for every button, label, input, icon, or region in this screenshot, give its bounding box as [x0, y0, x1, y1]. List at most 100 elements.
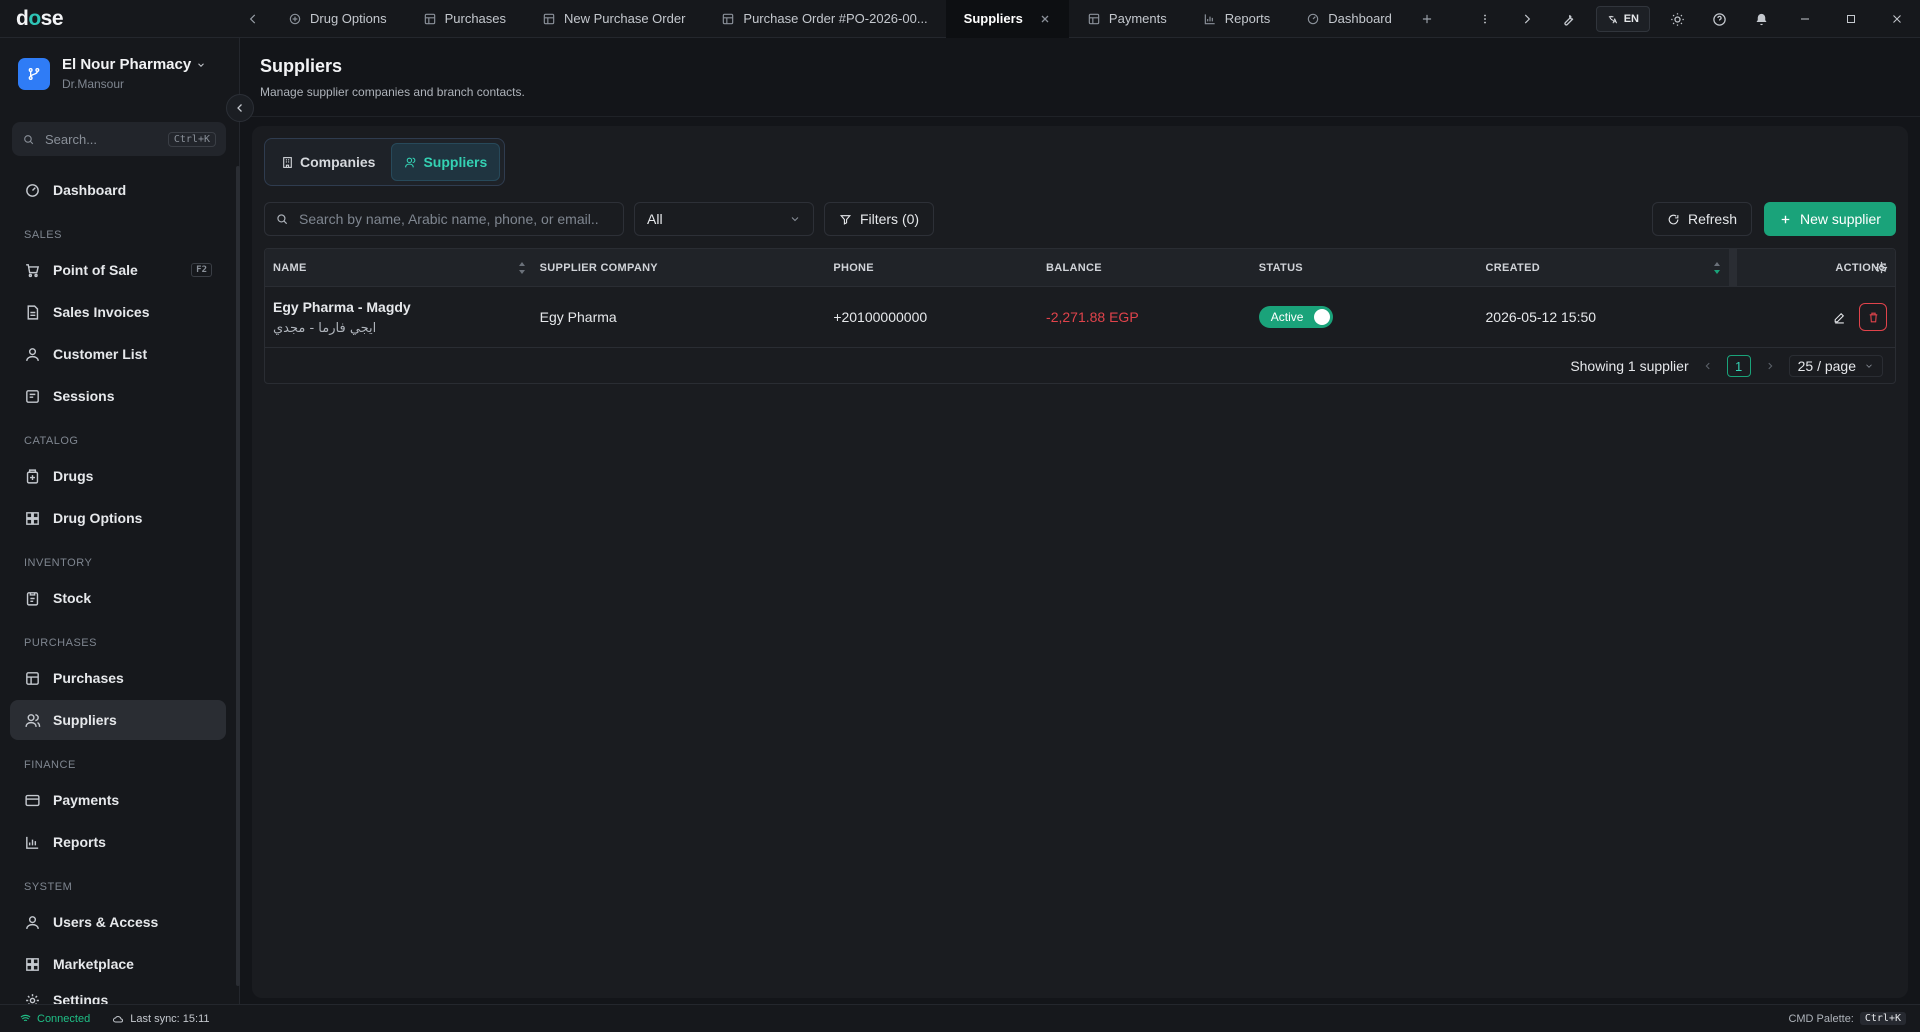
sidebar-item-users-access[interactable]: Users & Access [10, 902, 226, 942]
edit-button[interactable] [1825, 303, 1853, 331]
sidebar-item-reports[interactable]: Reports [10, 822, 226, 862]
column-header-status: STATUS [1251, 249, 1478, 287]
page-title: Suppliers [260, 56, 343, 76]
cart-icon [24, 262, 41, 279]
minimize-icon[interactable] [1782, 0, 1828, 38]
search-shortcut: Ctrl+K [167, 131, 216, 147]
tab-dashboard[interactable]: Dashboard [1288, 0, 1410, 38]
sidebar-item-payments[interactable]: Payments [10, 780, 226, 820]
sidebar-item-label: Dashboard [53, 182, 127, 198]
plus-icon [1779, 213, 1792, 226]
close-icon[interactable] [1039, 13, 1051, 25]
command-palette-hint[interactable]: CMD Palette: Ctrl+K [1788, 1012, 1906, 1025]
sidebar-section-sales: SALES [24, 229, 62, 241]
page-size-select[interactable]: 25 / page [1788, 355, 1883, 377]
column-label: CREATED [1485, 261, 1540, 274]
sidebar-item-drugs[interactable]: Drugs [10, 456, 226, 496]
pagination: Showing 1 supplier 1 25 / page [265, 348, 1895, 383]
sidebar-section-inventory: INVENTORY [24, 557, 93, 569]
next-page-icon[interactable] [1765, 361, 1775, 371]
sort-desc-icon[interactable] [1713, 261, 1721, 275]
maximize-icon[interactable] [1828, 0, 1874, 38]
column-header-name[interactable]: NAME [265, 249, 532, 287]
more-vertical-icon[interactable] [1464, 0, 1506, 38]
sidebar-item-sessions[interactable]: Sessions [10, 376, 226, 416]
table-icon [24, 670, 41, 687]
tab-purchases[interactable]: Purchases [405, 0, 524, 38]
search-icon [22, 133, 35, 146]
tab-reports[interactable]: Reports [1185, 0, 1289, 38]
table-toolbar: All Filters (0) Refresh New supplier [264, 202, 1896, 236]
sidebar-section-system: SYSTEM [24, 881, 73, 893]
refresh-icon [1667, 213, 1680, 226]
status-filter-select[interactable]: All [634, 202, 814, 236]
sidebar-item-label: Users & Access [53, 914, 159, 930]
new-supplier-button[interactable]: New supplier [1764, 202, 1896, 236]
tab-drug-options[interactable]: Drug Options [270, 0, 405, 38]
sidebar-item-drug-options[interactable]: Drug Options [10, 498, 226, 538]
tab-purchase-order[interactable]: Purchase Order #PO-2026-00... [703, 0, 945, 38]
help-icon[interactable] [1698, 0, 1740, 38]
tab-companies[interactable]: Companies [269, 143, 387, 181]
page-number-button[interactable]: 1 [1726, 355, 1751, 377]
table-icon [721, 12, 735, 26]
sidebar-item-sales-invoices[interactable]: Sales Invoices [10, 292, 226, 332]
column-label: PHONE [833, 261, 874, 274]
sidebar-item-suppliers[interactable]: Suppliers [10, 700, 226, 740]
close-window-icon[interactable] [1874, 0, 1920, 38]
table-row[interactable]: Egy Pharma - Magdy ايجي فارما - مجدي Egy… [265, 287, 1895, 348]
status-bar: Connected Last sync: 15:11 CMD Palette: … [0, 1004, 1920, 1032]
cell-balance: -2,271.88 EGP [1046, 309, 1139, 325]
tabs-scroll-right-icon[interactable] [1506, 0, 1548, 38]
language-switcher[interactable]: EN [1595, 6, 1650, 32]
sidebar-item-purchases[interactable]: Purchases [10, 658, 226, 698]
users-icon [24, 712, 41, 729]
header-divider [241, 116, 1920, 117]
tabs-scroll-left-icon[interactable] [236, 0, 270, 38]
chart-icon [24, 834, 41, 851]
wifi-icon [20, 1013, 31, 1024]
toggle-knob [1313, 309, 1330, 325]
sidebar-item-stock[interactable]: Stock [10, 578, 226, 618]
refresh-button[interactable]: Refresh [1652, 202, 1752, 236]
pagination-summary: Showing 1 supplier [1570, 358, 1689, 374]
supplier-search-input[interactable] [299, 211, 599, 227]
last-sync-label: Last sync: 15:11 [130, 1012, 210, 1025]
collapse-sidebar-button[interactable] [226, 94, 254, 122]
user-icon [24, 914, 41, 931]
tab-suppliers-view[interactable]: Suppliers [391, 143, 501, 181]
shortcut-badge: F2 [191, 263, 212, 277]
filters-button[interactable]: Filters (0) [824, 202, 934, 236]
sidebar-item-point-of-sale[interactable]: Point of Sale F2 [10, 250, 226, 290]
column-settings-gear-icon[interactable] [1874, 260, 1889, 275]
file-icon [24, 304, 41, 321]
sidebar-search[interactable]: Search... Ctrl+K [12, 122, 226, 156]
sidebar-item-label: Sessions [53, 388, 115, 404]
tab-payments[interactable]: Payments [1069, 0, 1185, 38]
sidebar-item-label: Drug Options [53, 510, 143, 526]
tab-new-purchase-order[interactable]: New Purchase Order [524, 0, 703, 38]
bell-icon[interactable] [1740, 0, 1782, 38]
column-header-created[interactable]: CREATED [1478, 249, 1728, 287]
org-switcher[interactable]: El Nour Pharmacy Dr.Mansour [18, 56, 206, 91]
column-header-supplier-company: SUPPLIER COMPANY [532, 249, 826, 287]
last-sync: Last sync: 15:11 [112, 1012, 210, 1025]
delete-button[interactable] [1859, 303, 1887, 331]
tab-suppliers[interactable]: Suppliers [945, 0, 1069, 38]
prev-page-icon[interactable] [1703, 361, 1713, 371]
sidebar-item-dashboard[interactable]: Dashboard [10, 170, 226, 210]
sidebar-item-marketplace[interactable]: Marketplace [10, 944, 226, 984]
wrench-icon[interactable] [1548, 0, 1590, 38]
sidebar-scrollbar[interactable] [236, 166, 240, 986]
sidebar-item-customer-list[interactable]: Customer List [10, 334, 226, 374]
supplier-name-arabic: ايجي فارما - مجدي [273, 320, 377, 336]
org-name-label: El Nour Pharmacy [62, 56, 192, 73]
new-tab-icon[interactable] [1410, 0, 1444, 38]
sun-icon[interactable] [1656, 0, 1698, 38]
sort-icon[interactable] [518, 261, 526, 275]
chart-icon [1203, 12, 1217, 26]
branch-icon [18, 57, 50, 90]
sidebar-section-finance: FINANCE [24, 759, 76, 771]
status-toggle[interactable]: Active [1258, 306, 1333, 328]
cmd-label: CMD Palette: [1788, 1012, 1854, 1025]
